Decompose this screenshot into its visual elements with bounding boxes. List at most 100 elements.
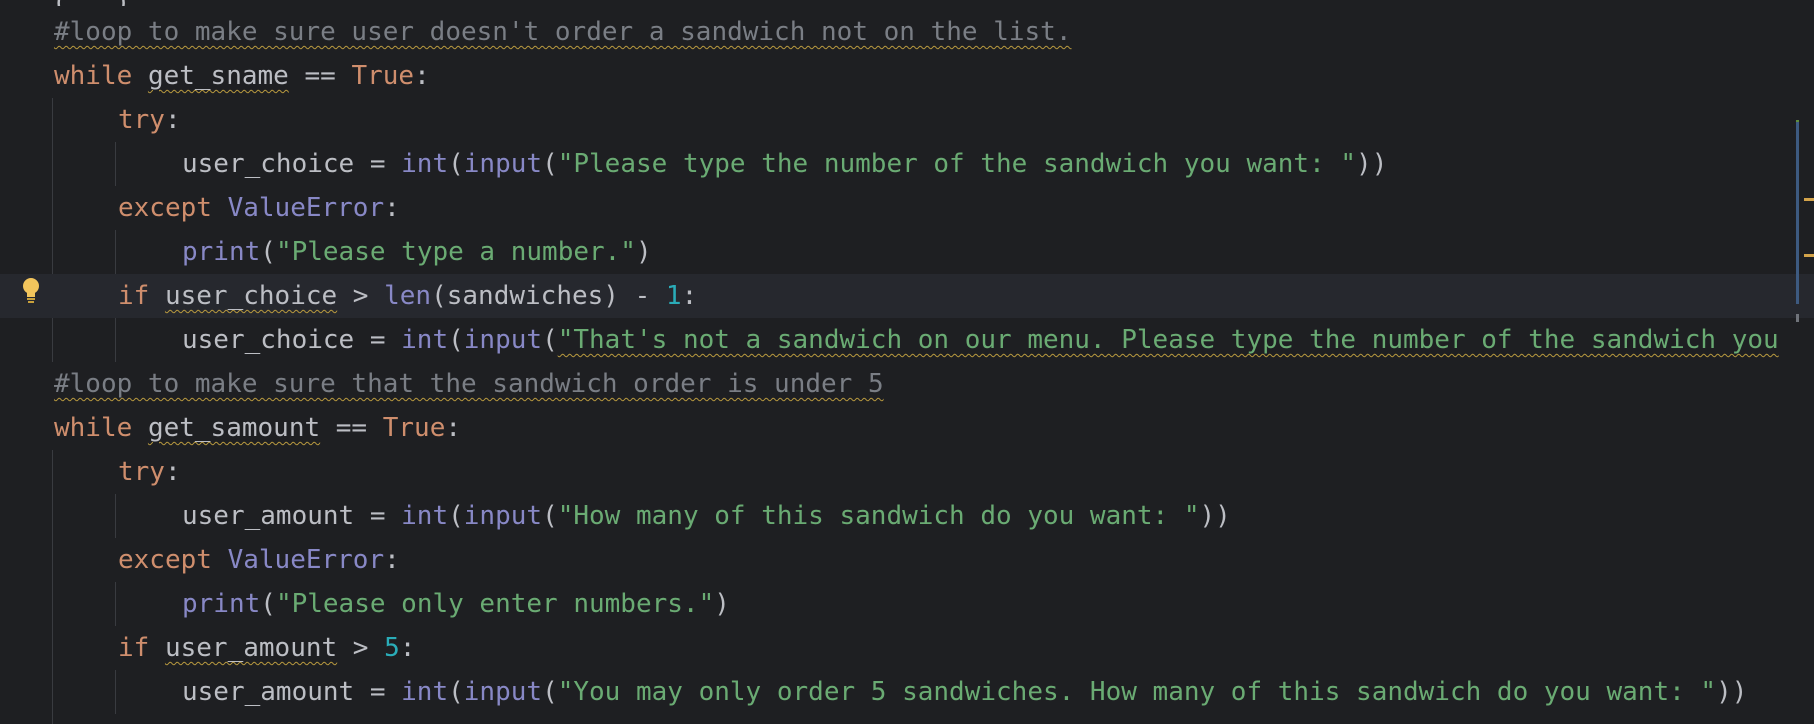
operator: - (618, 281, 666, 311)
keyword-while: while (54, 61, 133, 91)
string-literal: "Please type the number of the sandwich … (557, 149, 1357, 179)
lightbulb-icon[interactable] (18, 276, 44, 308)
string-literal: "Please only enter numbers." (275, 589, 715, 619)
builtin-int: int (401, 149, 449, 179)
number-literal: 1 (665, 281, 682, 311)
code-line-except[interactable]: except ValueError: (0, 538, 1814, 582)
code-line-comment-samount[interactable]: #loop to make sure that the sandwich ord… (0, 362, 1814, 406)
comment-text: #loop to make sure user doesn't order a … (54, 17, 1072, 47)
colon: : (384, 545, 400, 575)
scrollbar-inspection-marker[interactable] (1796, 314, 1799, 322)
builtin-print: print (182, 237, 261, 267)
colon: : (399, 633, 416, 663)
code-line-if-choice-current[interactable]: if user_choice > len(sandwiches) - 1: (0, 274, 1814, 318)
code-line-print-number[interactable]: print("Please type a number.") (0, 230, 1814, 274)
colon: : (445, 413, 462, 443)
variable-name: get_sname (147, 61, 289, 91)
number-literal: 5 (384, 633, 400, 663)
paren: ( (542, 325, 558, 355)
code-line-if-amount[interactable]: if user_amount > 5: (0, 626, 1814, 670)
paren: ) (635, 237, 652, 267)
paren: )) (1356, 149, 1388, 179)
operator: = (354, 677, 402, 707)
string-literal: "How many of this sandwich do you want: … (557, 501, 1200, 531)
builtin-int: int (401, 677, 449, 707)
keyword-except: except (118, 545, 212, 575)
keyword-if: if (118, 281, 150, 311)
code-line-print-numbers[interactable]: print("Please only enter numbers.") (0, 582, 1814, 626)
paren: ( (260, 237, 276, 267)
code-line-comment-sname[interactable]: #loop to make sure user doesn't order a … (0, 10, 1814, 54)
code-line-reassign-choice[interactable]: user_choice = int(input("That's not a sa… (0, 318, 1814, 362)
code-line-except[interactable]: except ValueError: (0, 186, 1814, 230)
variable-name: user_choice (164, 281, 338, 311)
paren: ( (448, 677, 464, 707)
exception-class: ValueError (227, 545, 385, 575)
keyword-try: try (118, 105, 165, 135)
operator: == (288, 61, 352, 91)
variable-name: user_choice (182, 325, 355, 355)
builtin-print: print (182, 589, 261, 619)
code-editor[interactable]: ( , ) #loop to make sure user doesn't or… (0, 0, 1814, 724)
builtin-input: input (463, 501, 543, 531)
code-line-try[interactable]: try: (0, 98, 1814, 142)
keyword-if: if (118, 633, 150, 663)
variable-name: user_amount (182, 501, 355, 531)
variable-name: get_samount (147, 413, 321, 443)
colon: : (414, 61, 430, 91)
builtin-input: input (463, 677, 543, 707)
clipped-previous-line: ( , ) (52, 0, 130, 6)
code-line-assign-choice[interactable]: user_choice = int(input("Please type the… (0, 142, 1814, 186)
paren: ( (448, 149, 464, 179)
code-line-reassign-amount[interactable]: user_amount = int(input("You may only or… (0, 670, 1814, 714)
builtin-int: int (401, 325, 449, 355)
code-line-while-sname[interactable]: while get_sname == True: (0, 54, 1814, 98)
code-line-try[interactable]: try: (0, 450, 1814, 494)
paren: ( (448, 325, 464, 355)
keyword-true: True (351, 61, 415, 91)
paren: ( (448, 501, 464, 531)
operator: = (354, 325, 402, 355)
colon: : (384, 193, 400, 223)
code-line-while-samount[interactable]: while get_samount == True: (0, 406, 1814, 450)
colon: : (164, 457, 181, 487)
operator: == (320, 413, 383, 443)
variable-name: user_amount (182, 677, 355, 707)
variable-name: user_amount (164, 633, 338, 663)
operator: > (337, 281, 385, 311)
builtin-int: int (401, 501, 449, 531)
keyword-except: except (118, 193, 212, 223)
paren: ( (542, 501, 558, 531)
builtin-input: input (463, 325, 543, 355)
paren: ) (714, 589, 730, 619)
keyword-try: try (118, 457, 165, 487)
operator: > (337, 633, 385, 663)
paren: )) (1199, 501, 1231, 531)
scrollbar-track-marker[interactable] (1796, 122, 1799, 304)
exception-class: ValueError (227, 193, 385, 223)
colon: : (681, 281, 698, 311)
paren: )) (1716, 677, 1748, 707)
string-literal: "Please type a number." (275, 237, 636, 267)
variable-name: user_choice (182, 149, 355, 179)
builtin-input: input (463, 149, 543, 179)
paren: ( (260, 589, 276, 619)
scrollbar-warning-marker[interactable] (1804, 198, 1814, 201)
scrollbar-warning-marker[interactable] (1804, 254, 1814, 257)
string-literal: "You may only order 5 sandwiches. How ma… (557, 677, 1717, 707)
operator: = (354, 149, 402, 179)
colon: : (164, 105, 181, 135)
paren: ( (542, 677, 558, 707)
paren: ( (542, 149, 558, 179)
comment-text: #loop to make sure that the sandwich ord… (54, 369, 884, 399)
string-literal: "That's not a sandwich on our menu. Plea… (557, 325, 1779, 355)
code-line-assign-amount[interactable]: user_amount = int(input("How many of thi… (0, 494, 1814, 538)
operator: = (354, 501, 402, 531)
argument: (sandwiches) (431, 281, 619, 311)
keyword-while: while (54, 413, 133, 443)
builtin-len: len (384, 281, 432, 311)
keyword-true: True (382, 413, 446, 443)
